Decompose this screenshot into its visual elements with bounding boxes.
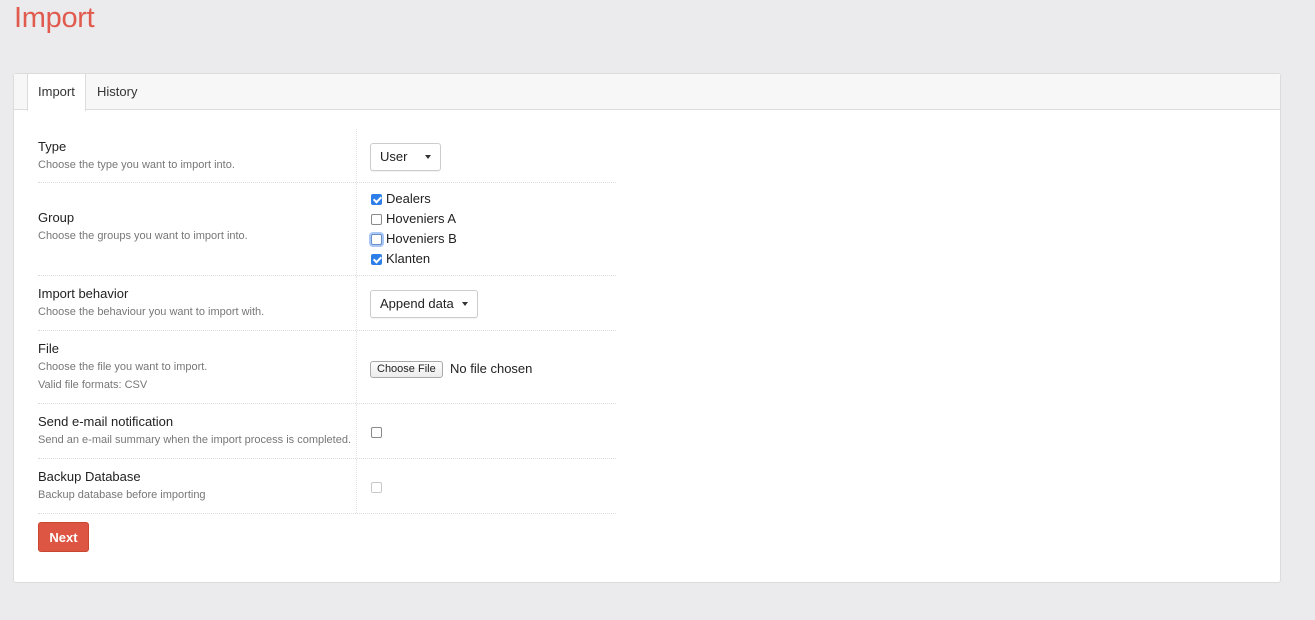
backup-description: Backup database before importing [38,489,206,501]
email-label: Send e-mail notification [38,414,174,429]
file-description: Choose the file you want to import. [38,361,208,373]
group-option-label: Hoveniers B [386,231,457,246]
backup-label: Backup Database [38,469,141,484]
type-label: Type [38,139,67,154]
file-formats: Valid file formats: CSV [38,379,148,391]
tab-import[interactable]: Import [27,74,86,111]
type-select-value: User [380,149,408,164]
behavior-select[interactable]: Append data [370,290,478,318]
file-status: No file chosen [450,361,533,376]
behavior-label: Import behavior [38,286,129,301]
group-checkbox-klanten[interactable] [371,254,382,265]
behavior-description: Choose the behaviour you want to import … [38,306,265,318]
file-row: File Choose the file you want to import.… [38,331,616,404]
row-divider [356,404,357,458]
row-divider [356,459,357,513]
email-description: Send an e-mail summary when the import p… [38,434,352,446]
type-description: Choose the type you want to import into. [38,159,235,171]
backup-checkbox[interactable] [371,482,382,493]
group-description: Choose the groups you want to import int… [38,230,248,242]
group-label: Group [38,210,75,225]
behavior-select-value: Append data [380,296,454,311]
import-panel: Import History Type Choose the type you … [13,73,1281,583]
behavior-row: Import behavior Choose the behaviour you… [38,276,616,331]
group-checkbox-hoveniers-b[interactable] [371,234,382,245]
caret-down-icon [425,155,432,159]
group-option-label: Dealers [386,191,431,206]
choose-file-button[interactable]: Choose File [370,361,443,378]
page-title: Import [14,2,95,34]
tab-bar: Import History [14,74,1280,111]
backup-row: Backup Database Backup database before i… [38,459,616,514]
group-checkbox-dealers[interactable] [371,194,382,205]
caret-down-icon [461,302,468,306]
group-row: Group Choose the groups you want to impo… [38,183,616,276]
group-checkbox-hoveniers-a[interactable] [371,214,382,225]
group-option-label: Klanten [386,251,431,266]
row-divider [356,331,357,403]
row-divider [356,276,357,330]
row-divider [356,129,357,182]
group-option-label: Hoveniers A [386,211,457,226]
next-button[interactable]: Next [38,522,89,552]
tab-history[interactable]: History [87,74,147,111]
email-row: Send e-mail notification Send an e-mail … [38,404,616,459]
file-label: File [38,341,59,356]
email-checkbox[interactable] [371,427,382,438]
type-select[interactable]: User [370,143,442,171]
type-row: Type Choose the type you want to import … [38,129,616,183]
row-divider [356,183,357,275]
